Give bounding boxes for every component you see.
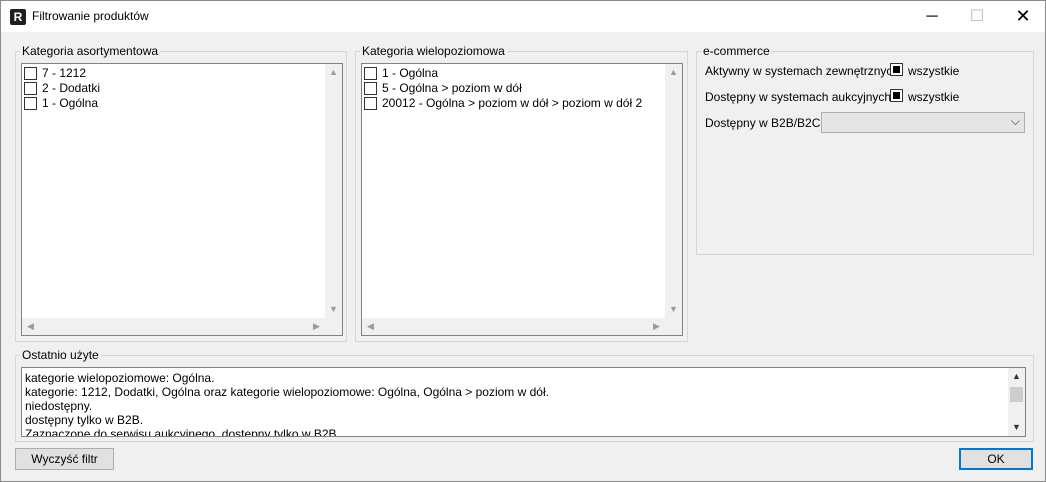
maximize-button[interactable]: ☐	[954, 1, 1000, 32]
recent-line: niedostępny.	[25, 399, 93, 413]
app-logo-icon: R	[10, 9, 26, 25]
checkbox[interactable]	[364, 82, 377, 95]
available-auction-checkbox[interactable]	[890, 89, 903, 102]
multilevel-category-legend: Kategoria wielopoziomowa	[362, 44, 505, 58]
recent-line: kategorie wielopoziomowe: Ogólna.	[25, 371, 215, 385]
scroll-corner	[665, 318, 682, 335]
vertical-scrollbar[interactable]: ▲ ▼	[665, 64, 682, 318]
recent-filters-textbox[interactable]: kategorie wielopoziomowe: Ogólna. katego…	[21, 367, 1026, 437]
checkbox[interactable]	[364, 67, 377, 80]
list-item-label: 5 - Ogólna > poziom w dół	[382, 81, 522, 95]
horizontal-scrollbar[interactable]: ◀ ▶	[362, 318, 665, 335]
minimize-button[interactable]: ─	[909, 1, 955, 32]
assortment-category-legend: Kategoria asortymentowa	[22, 44, 159, 58]
recent-line: dostępny tylko w B2B.	[25, 413, 144, 427]
scroll-left-icon[interactable]: ◀	[362, 318, 379, 335]
checkbox[interactable]	[24, 97, 37, 110]
filter-window: R Filtrowanie produktów ─ ☐ ✕ Kategoria …	[0, 0, 1046, 482]
scroll-down-icon[interactable]: ▼	[1008, 419, 1025, 436]
recent-filters-legend: Ostatnio użyte	[22, 348, 99, 362]
scroll-corner	[325, 318, 342, 335]
checkbox[interactable]	[24, 82, 37, 95]
scroll-up-icon[interactable]: ▲	[325, 64, 342, 81]
list-item-label: 20012 - Ogólna > poziom w dół > poziom w…	[382, 96, 643, 110]
scroll-right-icon[interactable]: ▶	[648, 318, 665, 335]
scrollbar-thumb[interactable]	[1010, 387, 1023, 402]
clear-filter-button[interactable]: Wyczyść filtr	[15, 448, 114, 470]
list-item-label: 1 - Ogólna	[382, 66, 439, 80]
available-auction-value: wszystkie	[908, 90, 960, 104]
ecommerce-legend: e-commerce	[703, 44, 770, 58]
window-title: Filtrowanie produktów	[32, 9, 149, 23]
title-bar[interactable]: R Filtrowanie produktów ─ ☐ ✕	[1, 1, 1045, 32]
scroll-down-icon[interactable]: ▼	[665, 301, 682, 318]
checkbox[interactable]	[364, 97, 377, 110]
scroll-up-icon[interactable]: ▲	[1008, 368, 1025, 385]
scroll-up-icon[interactable]: ▲	[665, 64, 682, 81]
active-external-value: wszystkie	[908, 64, 960, 78]
assortment-category-list[interactable]: 7 - 1212 2 - Dodatki 1 - Ogólna ▲ ▼ ◀ ▶	[21, 63, 343, 336]
b2b-label: Dostępny w B2B/B2C:	[705, 116, 824, 130]
ok-button[interactable]: OK	[959, 448, 1033, 470]
list-item-label: 2 - Dodatki	[42, 81, 101, 95]
vertical-scrollbar[interactable]: ▲ ▼	[1008, 368, 1025, 436]
list-item-label: 1 - Ogólna	[42, 96, 99, 110]
active-external-label: Aktywny w systemach zewnętrznych:	[705, 64, 903, 78]
horizontal-scrollbar[interactable]: ◀ ▶	[22, 318, 325, 335]
scroll-left-icon[interactable]: ◀	[22, 318, 39, 335]
vertical-scrollbar[interactable]: ▲ ▼	[325, 64, 342, 318]
b2b-select[interactable]: ⌵	[821, 112, 1025, 133]
scroll-down-icon[interactable]: ▼	[325, 301, 342, 318]
chevron-down-icon: ⌵	[1010, 114, 1020, 128]
active-external-checkbox[interactable]	[890, 63, 903, 76]
scroll-right-icon[interactable]: ▶	[308, 318, 325, 335]
close-button[interactable]: ✕	[1000, 1, 1046, 32]
list-item-label: 7 - 1212	[42, 66, 87, 80]
multilevel-category-list[interactable]: 1 - Ogólna 5 - Ogólna > poziom w dół 200…	[361, 63, 683, 336]
recent-line: Zaznaczone do serwisu aukcyjnego. dostęp…	[25, 427, 340, 437]
recent-line: kategorie: 1212, Dodatki, Ogólna oraz ka…	[25, 385, 549, 399]
checkbox[interactable]	[24, 67, 37, 80]
available-auction-label: Dostępny w systemach aukcyjnych:	[705, 90, 895, 104]
